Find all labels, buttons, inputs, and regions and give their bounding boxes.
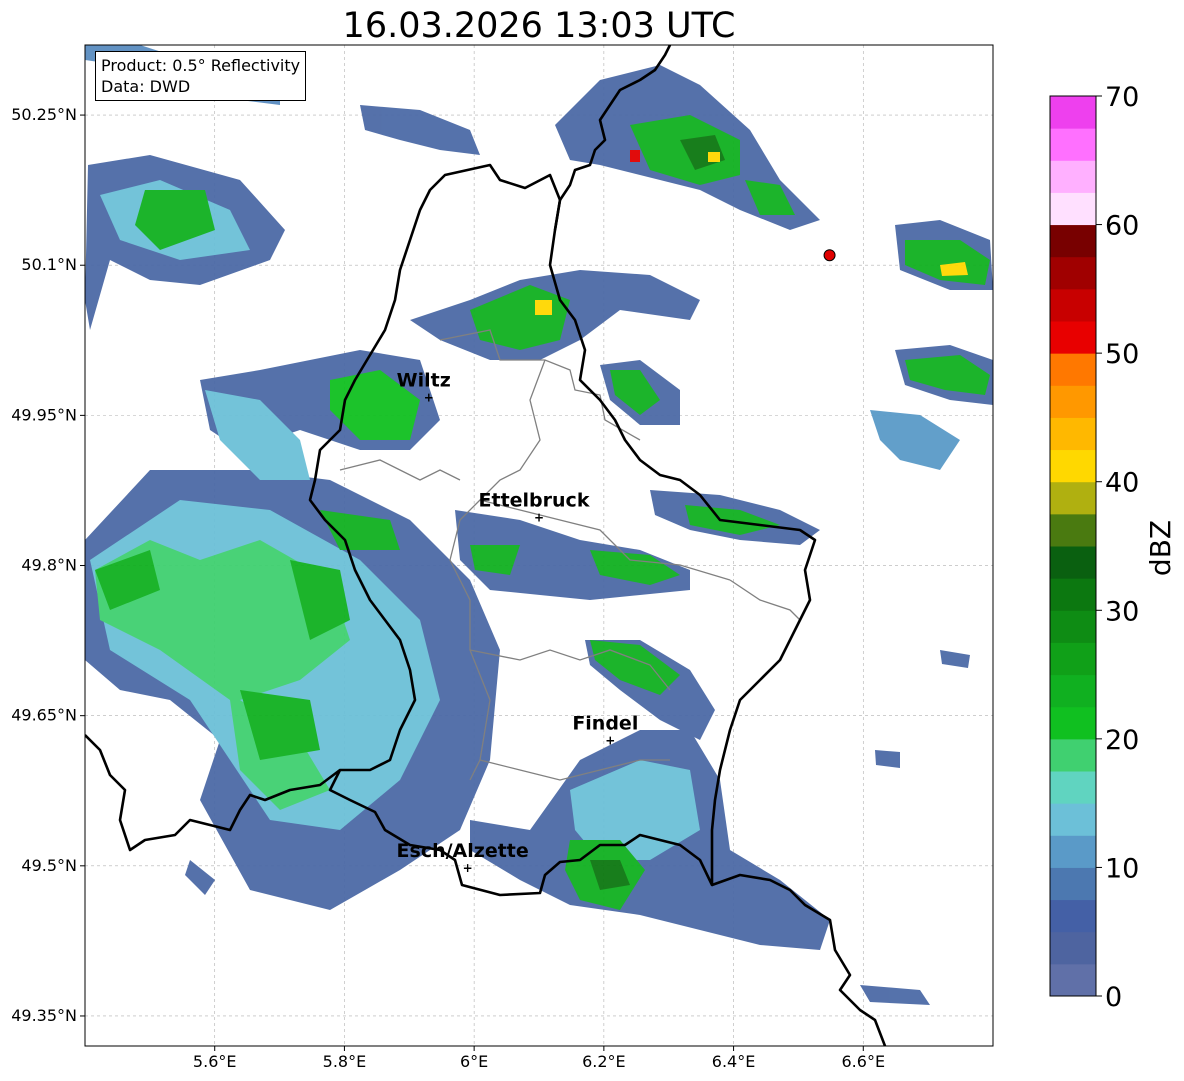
city-marker: + — [534, 510, 544, 524]
colorbar-tick-label: 70 — [1105, 82, 1139, 113]
city-marker: + — [424, 390, 434, 404]
city-marker: + — [605, 734, 615, 748]
colorbar-segment — [1050, 771, 1096, 804]
product-label: Product: 0.5° Reflectivity — [101, 56, 301, 75]
y-tick-label: 49.65°N — [11, 706, 77, 725]
y-axis-ticks: 49.35°N 49.5°N 49.65°N 49.8°N 49.95°N 50.1°N 5… — [11, 105, 85, 1025]
colorbar-segment — [1050, 96, 1096, 129]
radar-site-marker — [823, 249, 836, 262]
colorbar-segment — [1050, 449, 1096, 483]
city-label: Ettelbruck — [479, 489, 590, 511]
colorbar-segment — [1050, 867, 1096, 901]
colorbar-segment — [1050, 706, 1096, 740]
colorbar-segment — [1050, 417, 1096, 451]
colorbar-tick-label: 50 — [1105, 339, 1139, 370]
y-tick-label: 49.95°N — [11, 405, 77, 424]
x-tick-label: 6.2°E — [582, 1052, 626, 1071]
colorbar-segment — [1050, 321, 1096, 354]
radar-map: +Wiltz+Ettelbruck+Findel+Esch/Alzette 5.… — [11, 44, 1177, 1071]
x-tick-label: 6.4°E — [712, 1052, 756, 1071]
echo-area — [708, 152, 720, 162]
colorbar-label: dBZ — [1144, 520, 1177, 576]
colorbar-segment — [1050, 513, 1096, 547]
city-label: Findel — [572, 713, 638, 735]
colorbar-tick-label: 60 — [1105, 211, 1139, 242]
y-tick-label: 50.1°N — [21, 255, 77, 274]
y-tick-label: 49.8°N — [21, 556, 77, 575]
y-tick-label: 50.25°N — [11, 105, 77, 124]
colorbar-tick-label: 20 — [1105, 725, 1139, 756]
colorbar-segment — [1050, 578, 1096, 611]
colorbar-segment — [1050, 224, 1096, 258]
colorbar-segment — [1050, 931, 1096, 965]
x-tick-label: 5.8°E — [323, 1052, 367, 1071]
colorbar-segment — [1050, 546, 1096, 579]
colorbar: 0 10 20 30 40 50 60 70 — [1049, 82, 1139, 1013]
colorbar-segment — [1050, 642, 1096, 676]
city-marker: + — [463, 861, 473, 875]
colorbar-segment — [1050, 353, 1096, 386]
info-box: Product: 0.5° Reflectivity Data: DWD — [95, 51, 307, 101]
x-tick-label: 6°E — [460, 1052, 488, 1071]
data-source-label: Data: DWD — [101, 77, 191, 96]
y-tick-label: 49.5°N — [21, 856, 77, 875]
colorbar-tick-label: 0 — [1105, 982, 1122, 1013]
x-tick-label: 5.6°E — [193, 1052, 237, 1071]
colorbar-segment — [1050, 835, 1096, 868]
colorbar-tick-label: 10 — [1105, 853, 1139, 884]
echo-area — [870, 410, 960, 470]
city-label: Esch/Alzette — [397, 840, 529, 862]
echo-area — [535, 300, 552, 315]
colorbar-segment — [1050, 256, 1096, 290]
canton-border — [339, 459, 461, 481]
colorbar-segment — [1050, 128, 1096, 161]
colorbar-tick-label: 40 — [1105, 468, 1139, 499]
echo-area — [630, 150, 640, 162]
colorbar-tick-label: 30 — [1105, 596, 1139, 627]
x-tick-label: 6.6°E — [842, 1052, 886, 1071]
colorbar-segment — [1050, 963, 1096, 997]
colorbar-segment — [1050, 610, 1096, 643]
colorbar-segment — [1050, 674, 1096, 708]
colorbar-segment — [1050, 803, 1096, 836]
colorbar-segment — [1050, 385, 1096, 418]
colorbar-segment — [1050, 738, 1096, 772]
colorbar-segment — [1050, 160, 1096, 193]
y-tick-label: 49.35°N — [11, 1006, 77, 1025]
colorbar-segment — [1050, 288, 1096, 322]
colorbar-segment — [1050, 481, 1096, 515]
canton-border — [729, 579, 801, 621]
city-label: Wiltz — [397, 369, 451, 391]
colorbar-segment — [1050, 192, 1096, 226]
echo-area — [360, 105, 480, 155]
precipitation-echoes — [85, 45, 993, 1005]
x-axis-ticks: 5.6°E 5.8°E 6°E 6.2°E 6.4°E 6.6°E — [193, 1046, 885, 1071]
colorbar-segment — [1050, 899, 1096, 933]
